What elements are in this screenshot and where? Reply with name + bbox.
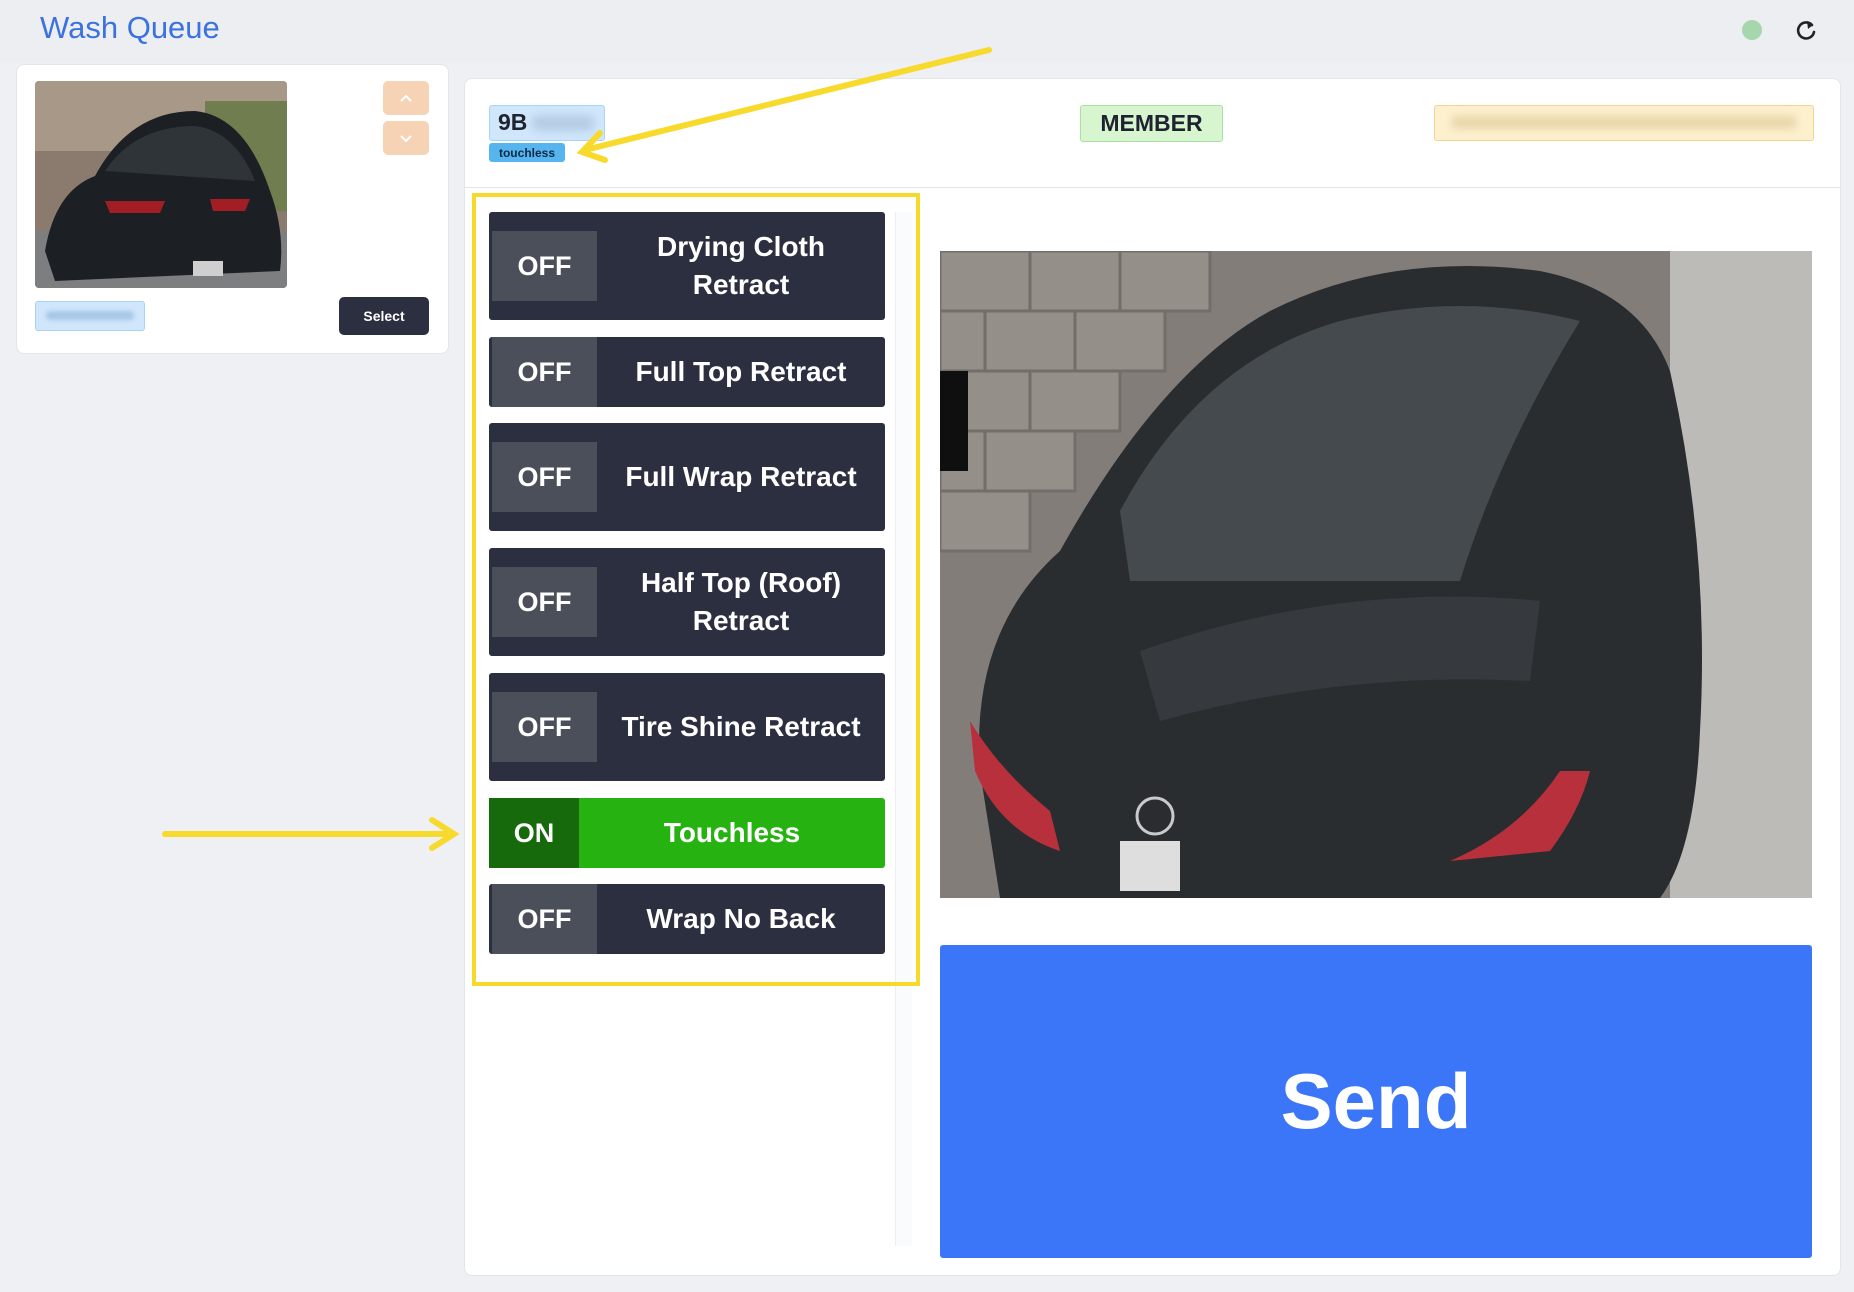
- option-state: OFF: [492, 567, 597, 637]
- options-scrollbar[interactable]: [895, 212, 912, 1246]
- app-title: Wash Queue: [40, 10, 220, 45]
- option-label: Full Top Retract: [635, 356, 847, 387]
- send-button[interactable]: Send: [940, 945, 1812, 1258]
- select-button[interactable]: Select: [339, 297, 429, 335]
- option-state: OFF: [492, 692, 597, 762]
- move-down-button[interactable]: [383, 121, 429, 155]
- vehicle-thumbnail: [35, 81, 287, 288]
- package-tag: touchless: [489, 143, 565, 162]
- option-state: OFF: [492, 337, 597, 407]
- refresh-icon[interactable]: [1792, 16, 1820, 44]
- option-label: Half Top (Roof) Retract: [640, 567, 842, 636]
- option-drying-cloth-retract[interactable]: OFF Drying Cloth Retract: [489, 212, 885, 320]
- vehicle-header: 9B touchless MEMBER: [465, 79, 1840, 188]
- member-badge: MEMBER: [1080, 105, 1223, 142]
- option-state: OFF: [492, 442, 597, 512]
- option-full-wrap-retract[interactable]: OFF Full Wrap Retract: [489, 423, 885, 531]
- info-badge: [1434, 105, 1814, 141]
- option-label: Drying Cloth Retract: [657, 231, 825, 300]
- option-label: Tire Shine Retract: [621, 711, 861, 742]
- option-label: Full Wrap Retract: [625, 461, 857, 492]
- chevron-down-icon: [400, 135, 412, 143]
- option-label: Wrap No Back: [646, 903, 836, 934]
- option-state: OFF: [492, 884, 597, 954]
- plate-number: 9B: [498, 109, 528, 135]
- camera-view: [940, 251, 1812, 898]
- queue-item-card[interactable]: Select: [16, 64, 449, 354]
- top-bar: Wash Queue: [0, 0, 1854, 62]
- option-state: ON: [489, 798, 579, 868]
- option-tire-shine-retract[interactable]: OFF Tire Shine Retract: [489, 673, 885, 781]
- queue-plate-badge: [35, 301, 145, 331]
- plate-badge: 9B: [489, 105, 605, 141]
- chevron-up-icon: [400, 94, 412, 102]
- option-state: OFF: [492, 231, 597, 301]
- option-touchless[interactable]: ON Touchless: [489, 798, 885, 868]
- move-up-button[interactable]: [383, 81, 429, 115]
- status-dot-icon: [1742, 20, 1762, 40]
- option-wrap-no-back[interactable]: OFF Wrap No Back: [489, 884, 885, 954]
- option-label: Touchless: [663, 817, 801, 848]
- option-full-top-retract[interactable]: OFF Full Top Retract: [489, 337, 885, 407]
- option-half-top-roof-retract[interactable]: OFF Half Top (Roof) Retract: [489, 548, 885, 656]
